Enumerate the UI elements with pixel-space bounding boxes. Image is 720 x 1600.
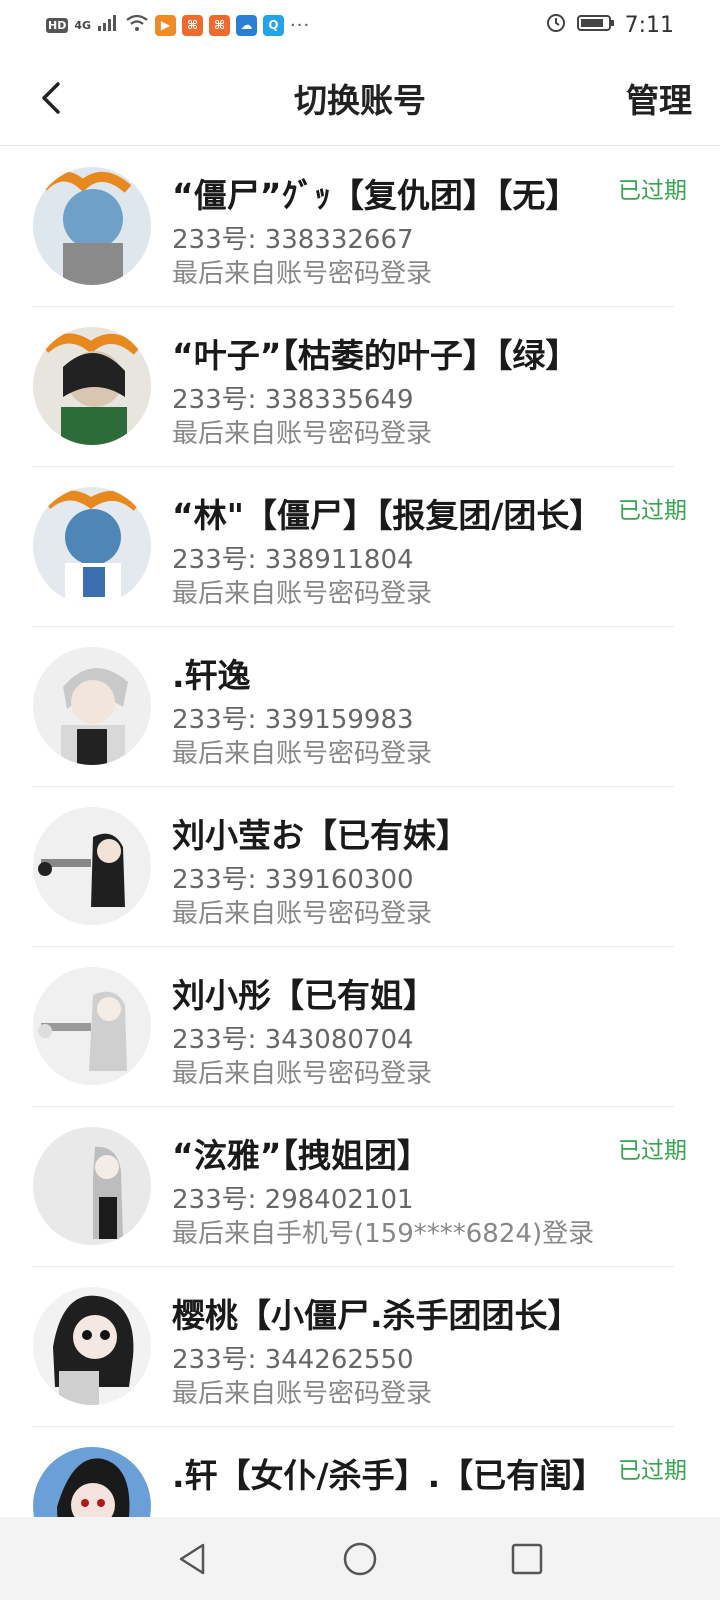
account-name: .轩【女仆/杀手】.【已有闺】 bbox=[172, 1456, 606, 1495]
square-recents-icon bbox=[511, 1543, 542, 1574]
last-login-method: 最后来自账号密码登录 bbox=[172, 899, 433, 929]
account-name: “林"【僵尸】【报复团/团长】 bbox=[172, 496, 603, 535]
account-row[interactable]: “叶子”【枯萎的叶子】【绿】 233号: 338335649 最后来自账号密码登… bbox=[0, 307, 720, 467]
account-id: 233号: 343080704 bbox=[172, 1025, 414, 1055]
avatar bbox=[33, 167, 151, 285]
account-row[interactable]: 刘小莹お【已有妹】 233号: 339160300 最后来自账号密码登录 bbox=[0, 787, 720, 947]
app-icon: ▶ bbox=[155, 14, 177, 36]
nav-recents-button[interactable] bbox=[505, 1537, 549, 1581]
account-row[interactable]: .轩逸 233号: 339159983 最后来自账号密码登录 bbox=[0, 627, 720, 787]
alarm-icon bbox=[545, 11, 567, 39]
expired-badge: 已过期 bbox=[618, 498, 687, 524]
avatar bbox=[33, 1127, 151, 1245]
app-icon: Q bbox=[263, 14, 285, 36]
avatar bbox=[33, 647, 151, 765]
avatar bbox=[33, 807, 151, 925]
app-icon: ☁ bbox=[236, 14, 258, 36]
header-bar: 切换账号 管理 bbox=[0, 50, 720, 146]
manage-button[interactable]: 管理 bbox=[626, 74, 692, 122]
last-login-method: 最后来自账号密码登录 bbox=[172, 1379, 433, 1409]
account-name: .轩逸 bbox=[172, 656, 251, 695]
account-row[interactable]: 刘小彤【已有姐】 233号: 343080704 最后来自账号密码登录 bbox=[0, 947, 720, 1107]
nav-home-button[interactable] bbox=[338, 1537, 382, 1581]
signal-icon bbox=[97, 14, 119, 36]
expired-badge: 已过期 bbox=[618, 1138, 687, 1164]
account-name: 樱桃【小僵尸.杀手团团长】 bbox=[172, 1296, 581, 1335]
nav-back-button[interactable] bbox=[171, 1537, 215, 1581]
more-icon: ··· bbox=[290, 14, 311, 36]
account-id: 233号: 339159983 bbox=[172, 705, 414, 735]
account-id: 233号: 338335649 bbox=[172, 385, 414, 415]
avatar bbox=[33, 487, 151, 605]
account-id: 233号: 339160300 bbox=[172, 865, 414, 895]
account-row[interactable]: “泫雅”【拽姐团】 233号: 298402101 最后来自手机号(159***… bbox=[0, 1107, 720, 1267]
account-row[interactable]: 樱桃【小僵尸.杀手团团长】 233号: 344262550 最后来自账号密码登录 bbox=[0, 1267, 720, 1427]
system-nav-bar bbox=[0, 1517, 720, 1600]
status-bar: HD 4G ▶ ⌘ ⌘ ☁ Q ··· 7:11 bbox=[0, 0, 720, 50]
account-id: 233号: 344262550 bbox=[172, 1345, 414, 1375]
clock-time: 7:11 bbox=[624, 12, 674, 38]
network-type: 4G bbox=[74, 18, 92, 32]
hd-icon: HD bbox=[46, 17, 69, 33]
avatar bbox=[33, 1447, 151, 1517]
avatar bbox=[33, 327, 151, 445]
last-login-method: 最后来自账号密码登录 bbox=[172, 579, 433, 609]
avatar bbox=[33, 1287, 151, 1405]
last-login-method: 最后来自账号密码登录 bbox=[172, 1059, 433, 1089]
account-row[interactable]: .轩【女仆/杀手】.【已有闺】 已过期 bbox=[0, 1427, 720, 1517]
page-title: 切换账号 bbox=[294, 81, 426, 120]
account-row[interactable]: “僵尸”ｸﾞｯ【复仇团】【无】 233号: 338332667 最后来自账号密码… bbox=[0, 147, 720, 307]
last-login-method: 最后来自账号密码登录 bbox=[172, 259, 433, 289]
last-login-method: 最后来自账号密码登录 bbox=[172, 739, 433, 769]
avatar bbox=[33, 967, 151, 1085]
status-left: HD 4G ▶ ⌘ ⌘ ☁ Q ··· bbox=[46, 14, 310, 36]
account-list: “僵尸”ｸﾞｯ【复仇团】【无】 233号: 338332667 最后来自账号密码… bbox=[0, 147, 720, 1517]
battery-icon bbox=[576, 13, 615, 38]
status-right: 7:11 bbox=[545, 11, 674, 39]
account-row[interactable]: “林"【僵尸】【报复团/团长】 233号: 338911804 最后来自账号密码… bbox=[0, 467, 720, 627]
last-login-method: 最后来自手机号(159****6824)登录 bbox=[172, 1219, 595, 1249]
expired-badge: 已过期 bbox=[618, 178, 687, 204]
last-login-method: 最后来自账号密码登录 bbox=[172, 419, 433, 449]
circle-home-icon bbox=[343, 1542, 377, 1575]
account-id: 233号: 298402101 bbox=[172, 1185, 414, 1215]
account-name: “叶子”【枯萎的叶子】【绿】 bbox=[172, 336, 579, 375]
account-name: 刘小彤【已有姐】 bbox=[172, 976, 436, 1015]
triangle-back-icon bbox=[180, 1543, 205, 1574]
account-name: “僵尸”ｸﾞｯ【复仇团】【无】 bbox=[172, 176, 579, 215]
app-icon: ⌘ bbox=[182, 14, 204, 36]
expired-badge: 已过期 bbox=[618, 1458, 687, 1484]
account-name: “泫雅”【拽姐团】 bbox=[172, 1136, 430, 1175]
account-name: 刘小莹お【已有妹】 bbox=[172, 816, 469, 855]
account-id: 233号: 338332667 bbox=[172, 225, 414, 255]
account-id: 233号: 338911804 bbox=[172, 545, 414, 575]
wifi-icon bbox=[125, 14, 149, 36]
app-icon: ⌘ bbox=[209, 14, 231, 36]
